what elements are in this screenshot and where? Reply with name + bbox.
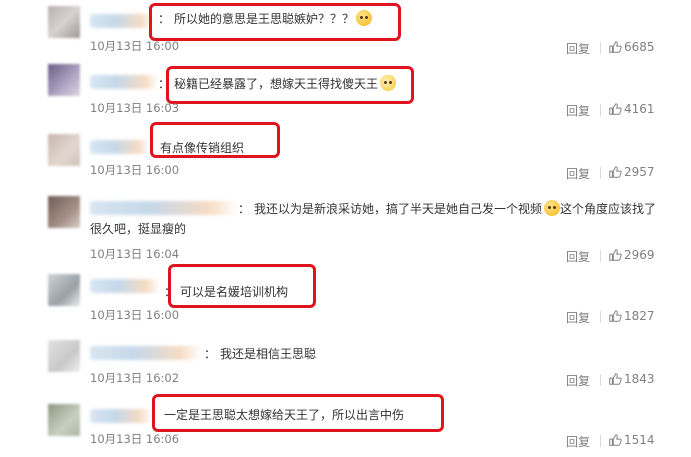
avatar[interactable]: [48, 6, 80, 38]
username-blurred[interactable]: [90, 346, 202, 360]
reply-button[interactable]: 回复: [566, 372, 590, 389]
colon: ：: [238, 202, 251, 216]
colon: ：: [164, 285, 177, 299]
comment-body-tail: 这个角度应该找了: [560, 202, 657, 216]
timestamp: 10月13日 16:06: [90, 432, 180, 446]
comment-text: ：我还以为是新浪采访她，搞了半天是她自己发一个视频 这个角度应该找了: [238, 199, 656, 219]
like-count: 4161: [624, 102, 655, 116]
like-count: 2969: [624, 248, 655, 262]
comment-body: 可以是名媛培训机构: [180, 285, 289, 299]
comment-body: 我还是相信王思聪: [220, 347, 317, 361]
comment-body: 秘籍已经暴露了，想嫁天王得找傻天王: [174, 77, 379, 91]
divider: [600, 435, 601, 447]
thumbs-up-icon: [609, 41, 622, 53]
reply-button[interactable]: 回复: [566, 433, 590, 450]
reply-button[interactable]: 回复: [566, 102, 590, 119]
like-count: 1827: [624, 309, 655, 323]
like-button[interactable]: 1843: [608, 372, 655, 386]
avatar[interactable]: [48, 404, 80, 436]
avatar[interactable]: [48, 274, 80, 306]
thumbs-up-icon: [609, 166, 622, 178]
thumbs-up-icon: [609, 310, 622, 322]
divider: [600, 311, 601, 323]
reply-button[interactable]: 回复: [566, 165, 590, 182]
comment-body: 我还以为是新浪采访她，搞了半天是她自己发一个视频: [254, 202, 543, 216]
divider: [600, 167, 601, 179]
comment-text: ：秘籍已经暴露了，想嫁天王得找傻天王: [158, 74, 397, 94]
colon: ：: [204, 347, 217, 361]
flushed-face-icon: [544, 200, 561, 216]
like-count: 2957: [624, 165, 655, 179]
like-button[interactable]: 2969: [608, 248, 655, 262]
reply-button[interactable]: 回复: [566, 40, 590, 57]
username-blurred[interactable]: [90, 75, 158, 89]
divider: [600, 42, 601, 54]
username-blurred[interactable]: [90, 14, 154, 28]
colon: ：: [158, 12, 171, 26]
username-blurred[interactable]: [90, 279, 160, 293]
avatar[interactable]: [48, 340, 80, 372]
comment-text: 一定是王思聪太想嫁给天王了，所以出言中伤: [164, 408, 405, 422]
like-count: 6685: [624, 40, 655, 54]
divider: [600, 250, 601, 262]
comment-body: 所以她的意思是王思聪嫉妒？？？: [174, 12, 355, 26]
cat-face-icon: [380, 75, 397, 91]
timestamp: 10月13日 16:00: [90, 39, 180, 53]
username-blurred[interactable]: [90, 140, 150, 154]
comment-text: 有点像传销组织: [160, 141, 245, 155]
like-button[interactable]: 2957: [608, 165, 655, 179]
comment-text: ：我还是相信王思聪: [204, 344, 316, 364]
reply-button[interactable]: 回复: [566, 309, 590, 326]
thumbs-up-icon: [609, 434, 622, 446]
thumbs-up-icon: [609, 249, 622, 261]
like-button[interactable]: 1827: [608, 309, 655, 323]
like-count: 1843: [624, 372, 655, 386]
comment-text-line2: 很久吧，挺显瘦的: [90, 222, 187, 236]
username-blurred[interactable]: [90, 201, 238, 215]
comment-text: ：所以她的意思是王思聪嫉妒？？？: [158, 9, 373, 29]
avatar[interactable]: [48, 64, 80, 96]
avatar[interactable]: [48, 196, 80, 228]
comment-text: ：可以是名媛培训机构: [164, 282, 288, 302]
avatar[interactable]: [48, 134, 80, 166]
timestamp: 10月13日 16:02: [90, 371, 180, 385]
thumbs-up-icon: [609, 373, 622, 385]
like-button[interactable]: 4161: [608, 102, 655, 116]
like-count: 1514: [624, 433, 655, 447]
like-button[interactable]: 6685: [608, 40, 655, 54]
timestamp: 10月13日 16:00: [90, 163, 180, 177]
shocked-face-icon: [356, 10, 373, 26]
timestamp: 10月13日 16:03: [90, 101, 180, 115]
divider: [600, 374, 601, 386]
divider: [600, 104, 601, 116]
username-blurred[interactable]: [90, 409, 152, 423]
timestamp: 10月13日 16:04: [90, 247, 180, 261]
timestamp: 10月13日 16:00: [90, 308, 180, 322]
thumbs-up-icon: [609, 103, 622, 115]
colon: ：: [158, 77, 171, 91]
reply-button[interactable]: 回复: [566, 248, 590, 265]
like-button[interactable]: 1514: [608, 433, 655, 447]
